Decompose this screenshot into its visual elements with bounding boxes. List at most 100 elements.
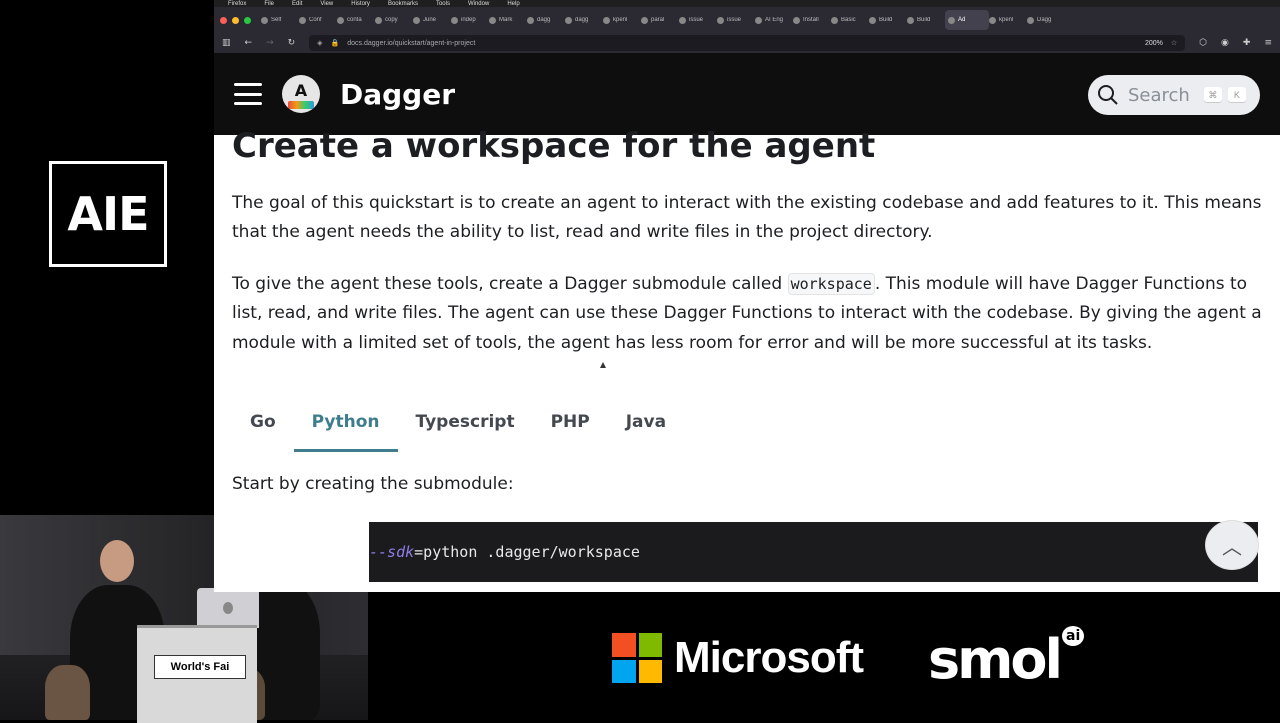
menubar-item[interactable]: Window: [468, 1, 489, 7]
back-icon[interactable]: ←: [245, 38, 253, 48]
browser-tab[interactable]: kpenl: [989, 16, 1027, 24]
code-command: =python .dagger/workspace: [414, 543, 640, 561]
menubar-item[interactable]: View: [320, 1, 333, 7]
browser-tab[interactable]: indep: [451, 16, 489, 24]
article-content: Create a workspace for the agent The goa…: [232, 126, 1262, 494]
browser-tab[interactable]: Ad: [945, 10, 989, 30]
tab-favicon-icon: [831, 16, 838, 24]
browser-tab[interactable]: AI Eng: [755, 16, 793, 24]
browser-tab[interactable]: Self: [261, 16, 299, 24]
browser-tab[interactable]: Install: [793, 16, 831, 24]
tab-favicon-icon: [755, 16, 762, 24]
url-text: docs.dagger.io/quickstart/agent-in-proje…: [347, 39, 476, 47]
browser-tab[interactable]: conta: [337, 16, 375, 24]
scroll-to-top-button[interactable]: ︿: [1205, 520, 1259, 570]
kbd-cmd: ⌘: [1203, 87, 1222, 103]
browser-tabs: Self Conf conta copy June indep Mark dagg dagg kp…: [261, 10, 1065, 30]
tab-favicon-icon: [565, 16, 572, 24]
podium-sign: World's Fai: [154, 655, 246, 679]
pocket-icon[interactable]: ⬡: [1199, 38, 1207, 48]
browser-tabbar: Self Conf conta copy June indep Mark dagg dagg kp…: [214, 7, 1280, 33]
menubar-item[interactable]: Edit: [292, 1, 302, 7]
tab-favicon-icon: [603, 16, 610, 24]
bookmark-star-icon[interactable]: ☆: [1171, 39, 1177, 47]
tab-favicon-icon: [1027, 16, 1034, 24]
menu-icon[interactable]: ≡: [1264, 38, 1272, 48]
browser-tab[interactable]: dagg: [565, 16, 603, 24]
tab-favicon-icon: [337, 16, 344, 24]
url-bar[interactable]: ◈ 🔒 docs.dagger.io/quickstart/agent-in-p…: [309, 35, 1186, 51]
tab-favicon-icon: [948, 16, 955, 24]
browser-tab-label: conta: [347, 17, 362, 23]
search-button[interactable]: Search ⌘ K: [1088, 75, 1260, 115]
menubar-item[interactable]: Bookmarks: [388, 1, 418, 7]
browser-tab[interactable]: kpenl: [603, 16, 641, 24]
aie-logo-text: AIE: [67, 187, 149, 241]
reload-icon[interactable]: ↻: [288, 38, 296, 48]
tab-favicon-icon: [489, 16, 496, 24]
start-instruction: Start by creating the submodule:: [232, 474, 514, 495]
menubar-item[interactable]: Firefox: [228, 1, 246, 7]
search-icon: [1098, 85, 1118, 105]
menubar-item[interactable]: History: [351, 1, 370, 7]
browser-tab[interactable]: Basic: [831, 16, 869, 24]
tab-favicon-icon: [717, 16, 724, 24]
browser-tab[interactable]: Dagg: [1027, 16, 1065, 24]
tab-favicon-icon: [413, 16, 420, 24]
tab-favicon-icon: [989, 16, 996, 24]
browser-tab[interactable]: Mark: [489, 16, 527, 24]
menubar-item[interactable]: Help: [507, 1, 519, 7]
account-icon[interactable]: ◉: [1221, 38, 1229, 48]
smol-ai-logo: smol ai: [928, 626, 1085, 691]
zoom-window-icon[interactable]: [244, 16, 251, 24]
dagger-logo-icon[interactable]: [282, 75, 320, 113]
code-block[interactable]: --sdk =python .dagger/workspace: [369, 522, 1258, 582]
tab-favicon-icon: [527, 16, 534, 24]
browser-tab[interactable]: June: [413, 16, 451, 24]
shield-icon: ◈: [317, 40, 323, 47]
tab-python[interactable]: Python: [293, 398, 398, 453]
tab-typescript[interactable]: Typescript: [398, 398, 533, 452]
browser-tab[interactable]: dagg: [527, 16, 565, 24]
browser-tab-label: copy: [385, 17, 398, 23]
browser-tab-label: Self: [271, 17, 282, 23]
browser-tab-label: indep: [461, 17, 476, 23]
menubar-item[interactable]: File: [264, 1, 274, 7]
tab-favicon-icon: [451, 16, 458, 24]
browser-tab-label: AI Eng: [765, 17, 784, 23]
site-header: Dagger Search ⌘ K: [214, 53, 1280, 135]
browser-tab[interactable]: copy: [375, 16, 413, 24]
sidebar-icon[interactable]: ▥: [222, 38, 231, 48]
tab-favicon-icon: [641, 16, 648, 24]
hamburger-menu-icon[interactable]: [234, 83, 262, 105]
browser-tab[interactable]: Conf: [299, 16, 337, 24]
close-window-icon[interactable]: [220, 16, 227, 24]
extensions-icon[interactable]: ✚: [1243, 38, 1251, 48]
code-flag: --sdk: [369, 543, 415, 561]
smol-wordmark: smol: [928, 628, 1063, 691]
tab-go[interactable]: Go: [232, 398, 294, 452]
search-placeholder: Search: [1128, 84, 1190, 106]
browser-tab-label: Conf: [309, 17, 322, 23]
site-title[interactable]: Dagger: [340, 78, 455, 111]
browser-tab-label: Mark: [499, 17, 513, 23]
browser-tab[interactable]: Build: [869, 16, 907, 24]
browser-tab-label: issue: [727, 17, 742, 23]
browser-tab[interactable]: issue: [679, 16, 717, 24]
language-tabs: Go Python Typescript PHP Java: [232, 398, 1262, 453]
tab-php[interactable]: PHP: [533, 398, 608, 452]
browser-tab[interactable]: paral: [641, 16, 679, 24]
microsoft-wordmark: Microsoft: [674, 633, 864, 682]
browser-tab[interactable]: Build: [907, 16, 945, 24]
menubar-item[interactable]: Tools: [436, 1, 450, 7]
zoom-level[interactable]: 200%: [1145, 40, 1163, 47]
window-controls: [220, 16, 251, 24]
browser-tab[interactable]: issue: [717, 16, 755, 24]
tab-favicon-icon: [679, 16, 686, 24]
minimize-window-icon[interactable]: [232, 16, 239, 24]
mac-menubar: Firefox File Edit View History Bookmarks Tools…: [214, 0, 1280, 7]
forward-icon[interactable]: →: [266, 38, 274, 48]
browser-window: Firefox File Edit View History Bookmarks Tools…: [214, 0, 1280, 592]
tab-favicon-icon: [261, 16, 268, 24]
tab-java[interactable]: Java: [608, 398, 684, 452]
